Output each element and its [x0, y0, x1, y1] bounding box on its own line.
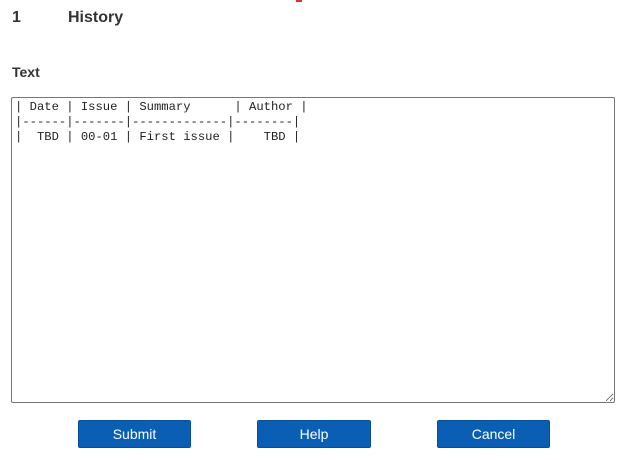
- help-button[interactable]: Help: [257, 420, 371, 448]
- red-accent-mark: [296, 0, 302, 2]
- text-field-label: Text: [12, 64, 40, 80]
- text-editor-textarea[interactable]: [11, 97, 615, 403]
- cancel-button[interactable]: Cancel: [437, 420, 550, 448]
- section-title: History: [68, 9, 124, 26]
- section-heading: 1 History: [12, 8, 123, 28]
- submit-button[interactable]: Submit: [78, 420, 191, 448]
- section-number: 1: [12, 9, 21, 26]
- history-editor-page: 1 History Text Submit Help Cancel: [0, 0, 632, 460]
